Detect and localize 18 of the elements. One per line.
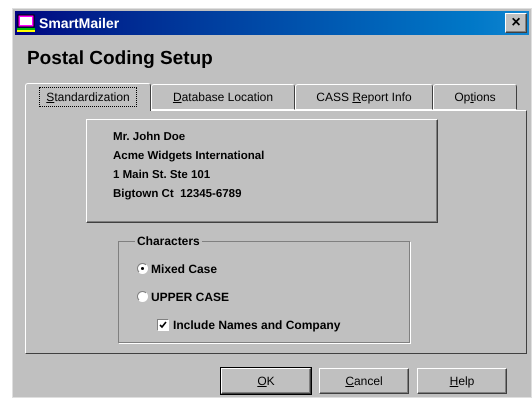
address-line: Bigtown Ct 12345-6789 <box>113 186 242 200</box>
dialog-button[interactable]: OK <box>221 368 311 394</box>
radio-option[interactable]: UPPER CASE <box>137 288 409 306</box>
computer-icon <box>17 14 35 32</box>
tab[interactable]: Options <box>433 84 517 110</box>
close-button[interactable]: × <box>505 13 527 33</box>
dialog-button[interactable]: Help <box>417 368 507 394</box>
address-line: Mr. John Doe <box>113 130 186 144</box>
window-title: SmartMailer <box>39 14 120 32</box>
tab[interactable]: CASS Report Info <box>295 84 433 110</box>
radio-option[interactable]: Mixed Case <box>137 260 409 278</box>
checkbox-option[interactable]: Include Names and Company <box>157 316 409 334</box>
dialog-heading: Postal Coding Setup <box>27 47 214 71</box>
address-line: Acme Widgets International <box>113 148 266 162</box>
dialog-button[interactable]: Cancel <box>319 368 409 394</box>
tab[interactable]: Standardization <box>25 82 151 110</box>
address-line: 1 Main St. Ste 101 <box>113 168 212 182</box>
tab[interactable]: Database Location <box>151 84 295 110</box>
